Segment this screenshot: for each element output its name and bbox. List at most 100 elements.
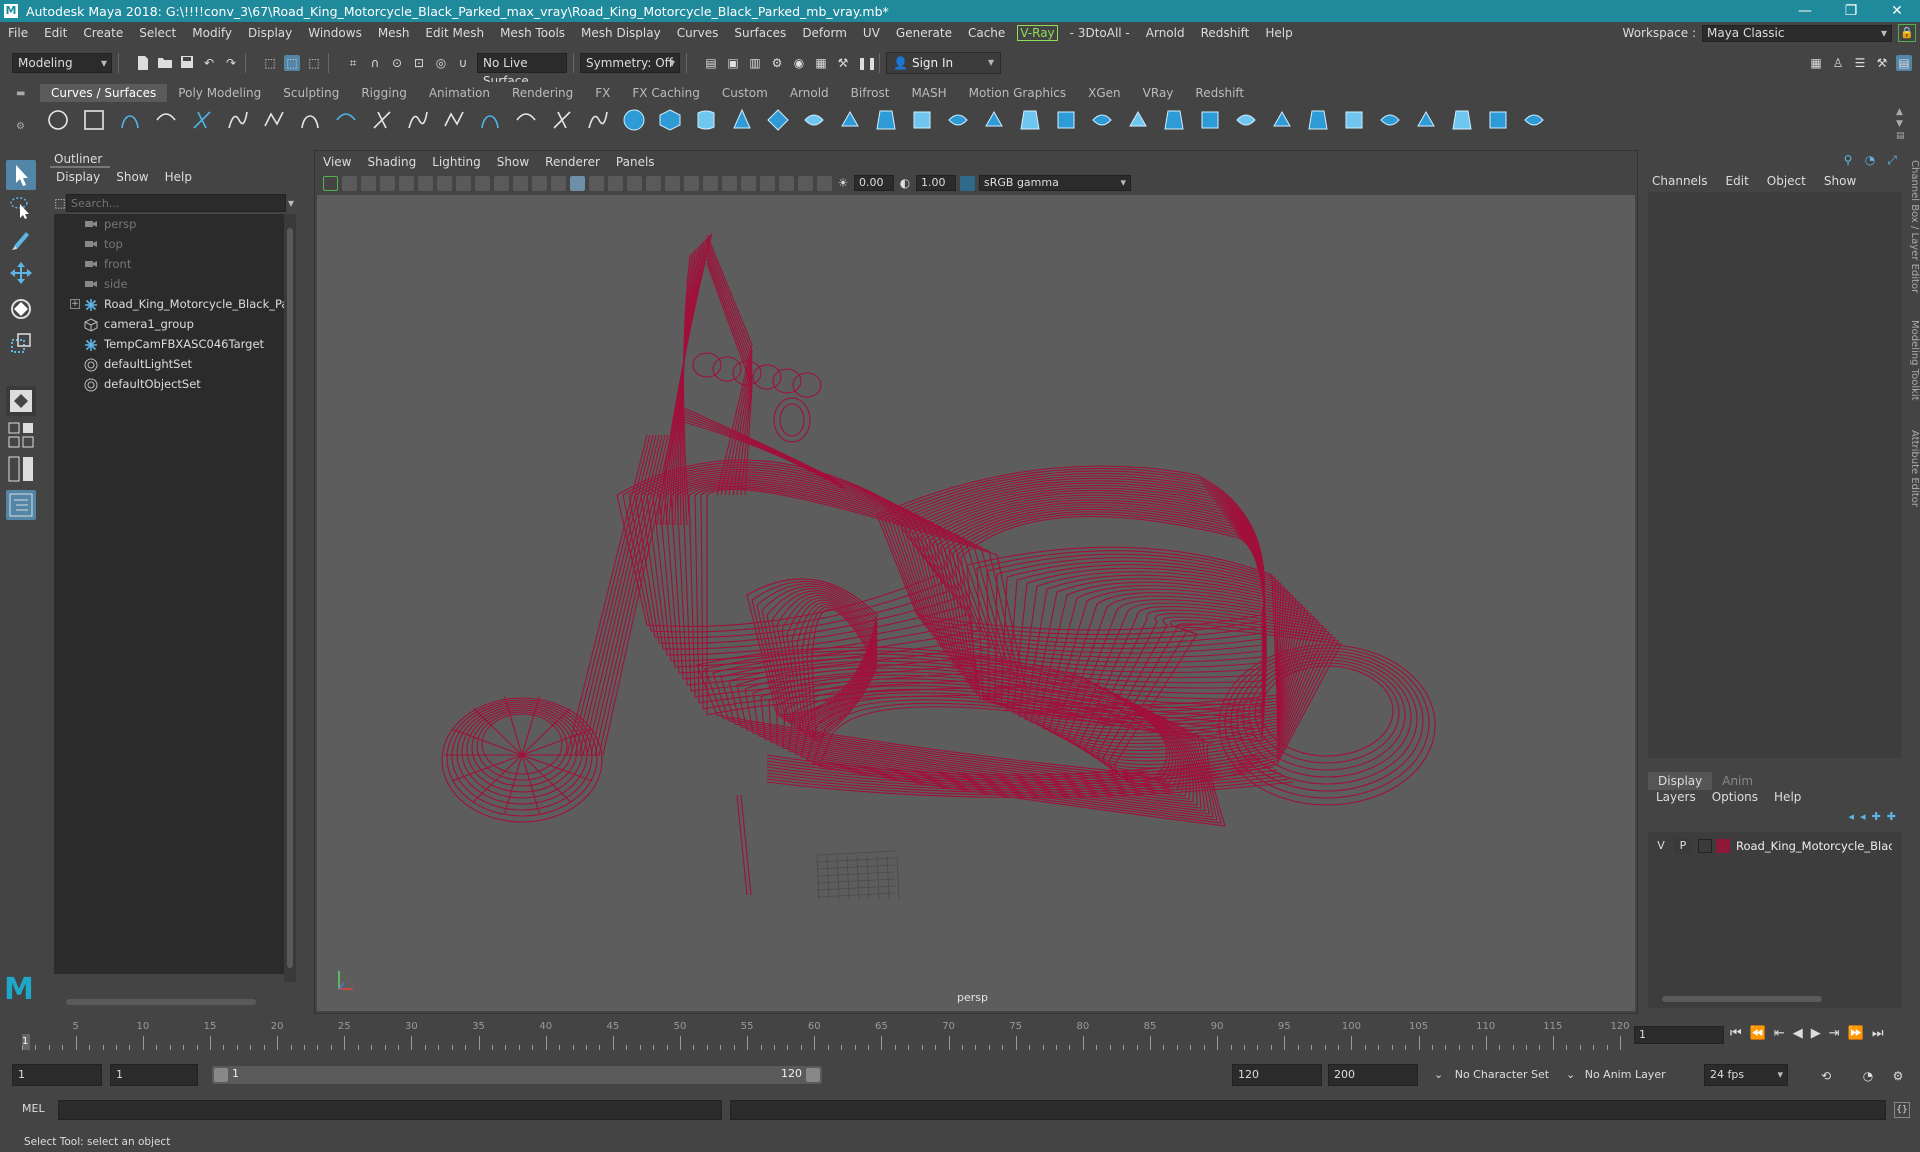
- pencil-curve-icon[interactable]: [190, 108, 214, 132]
- shelf-scroll-icon[interactable]: ▲ ▼ ▤: [1896, 106, 1910, 146]
- menu-file[interactable]: File: [0, 26, 36, 40]
- layer-visibility-toggle[interactable]: V: [1652, 838, 1670, 854]
- modeling-toolkit-side-tab[interactable]: Modeling Toolkit: [1906, 320, 1920, 401]
- boundary-icon[interactable]: [1018, 108, 1042, 132]
- playback-end-field[interactable]: 120: [1232, 1064, 1322, 1086]
- bevel-plus-icon[interactable]: [1090, 108, 1114, 132]
- range-end-handle[interactable]: [806, 1068, 820, 1082]
- menu-mesh-display[interactable]: Mesh Display: [573, 26, 669, 40]
- save-scene-icon[interactable]: [179, 55, 195, 71]
- grease-pencil-icon[interactable]: [418, 175, 433, 191]
- channel-object-menu[interactable]: Object: [1767, 174, 1806, 188]
- camera-attributes-icon[interactable]: [323, 175, 338, 191]
- untrim-icon[interactable]: [1270, 108, 1294, 132]
- menu-mesh-tools[interactable]: Mesh Tools: [492, 26, 573, 40]
- layer-options-menu[interactable]: Options: [1712, 790, 1758, 804]
- layer-display-type-toggle[interactable]: [1698, 839, 1712, 853]
- menu-generate[interactable]: Generate: [888, 26, 960, 40]
- outliner-menu-display[interactable]: Display: [56, 170, 100, 184]
- menu-redshift[interactable]: Redshift: [1193, 26, 1258, 40]
- paint-select-tool-icon[interactable]: [6, 224, 36, 254]
- hypershade-icon[interactable]: ◉: [791, 55, 807, 71]
- pause-icon[interactable]: ❚❚: [857, 55, 877, 71]
- auto-key-icon[interactable]: ◔: [1860, 1068, 1876, 1084]
- expand-icon[interactable]: +: [70, 299, 80, 309]
- channel-box-settings-icon[interactable]: ⤢: [1884, 152, 1900, 168]
- extrude-icon[interactable]: [946, 108, 970, 132]
- filter-icon[interactable]: ⬚: [54, 195, 66, 211]
- channel-box-area[interactable]: [1648, 192, 1902, 758]
- nurbs-plane-icon[interactable]: [766, 108, 790, 132]
- revolve-icon[interactable]: [838, 108, 862, 132]
- stitch-edges-icon[interactable]: [1486, 108, 1510, 132]
- sculpt-tool-icon[interactable]: [1414, 108, 1438, 132]
- menu-edit-mesh[interactable]: Edit Mesh: [417, 26, 492, 40]
- shelf-tab-rigging[interactable]: Rigging: [350, 86, 417, 100]
- layers-menu[interactable]: Layers: [1656, 790, 1696, 804]
- outliner-item-defaultlightset[interactable]: defaultLightSet: [54, 354, 290, 374]
- current-frame-field[interactable]: 1: [1634, 1026, 1724, 1044]
- anim-layer-dropdown[interactable]: ⌄ No Anim Layer: [1566, 1064, 1666, 1086]
- nurbs-square-icon[interactable]: [82, 108, 106, 132]
- minimize-button[interactable]: —: [1782, 0, 1828, 22]
- outliner-item-defaultobjectset[interactable]: defaultObjectSet: [54, 374, 290, 394]
- ep-curve-icon[interactable]: [154, 108, 178, 132]
- workspace-dropdown[interactable]: Maya Classic: [1702, 24, 1892, 42]
- select-tool-icon[interactable]: [6, 160, 36, 190]
- select-hierarchy-icon[interactable]: ⬚: [262, 55, 278, 71]
- character-set-dropdown[interactable]: ⌄ No Character Set: [1434, 1064, 1549, 1086]
- bezier-curve-icon[interactable]: [226, 108, 250, 132]
- camera-lock-icon[interactable]: [342, 175, 357, 191]
- nurbs-cylinder-icon[interactable]: [694, 108, 718, 132]
- outliner-item-tempcamfbxasc046target[interactable]: TempCamFBXASC046Target: [54, 334, 290, 354]
- viewport-menu-lighting[interactable]: Lighting: [432, 155, 481, 169]
- scale-tool-icon[interactable]: [6, 328, 36, 358]
- nurbs-sphere-icon[interactable]: [622, 108, 646, 132]
- viewport-menu-panels[interactable]: Panels: [616, 155, 655, 169]
- grid-icon[interactable]: [437, 175, 452, 191]
- menu-3dtoall[interactable]: - 3DtoAll -: [1062, 26, 1138, 40]
- rebuild-surface-icon[interactable]: [1450, 108, 1474, 132]
- cv-curve-icon[interactable]: [118, 108, 142, 132]
- new-scene-icon[interactable]: [135, 55, 151, 71]
- two-d-pan-icon[interactable]: [399, 175, 414, 191]
- shelf-tab-animation[interactable]: Animation: [418, 86, 501, 100]
- play-backward-icon[interactable]: ◀: [1793, 1026, 1803, 1041]
- trim-tool-icon[interactable]: [1234, 108, 1258, 132]
- go-to-start-icon[interactable]: ⏮: [1730, 1026, 1742, 1041]
- command-input[interactable]: [58, 1100, 722, 1120]
- depth-of-field-icon[interactable]: [741, 175, 756, 191]
- channels-menu[interactable]: Channels: [1652, 174, 1708, 188]
- animation-start-field[interactable]: 1: [12, 1064, 102, 1086]
- shelf-options-icon[interactable]: ▬ ⚙: [16, 88, 30, 142]
- gamma-field[interactable]: 1.00: [916, 175, 956, 191]
- channel-box-toggle-icon[interactable]: ▤: [1896, 55, 1912, 71]
- textured-icon[interactable]: [627, 175, 642, 191]
- current-time-marker[interactable]: 1: [22, 1034, 30, 1050]
- loft-icon[interactable]: [874, 108, 898, 132]
- shelf-tab-sculpting[interactable]: Sculpting: [272, 86, 350, 100]
- go-to-end-icon[interactable]: ⏭: [1872, 1026, 1884, 1041]
- maximize-button[interactable]: ❐: [1828, 0, 1874, 22]
- extend-curve-icon[interactable]: [586, 108, 610, 132]
- wireframe-icon[interactable]: [570, 175, 585, 191]
- move-layer-up-icon[interactable]: ◂: [1849, 810, 1855, 823]
- project-curve-icon[interactable]: [1198, 108, 1222, 132]
- outliner-menu-help[interactable]: Help: [165, 170, 192, 184]
- rotate-tool-icon[interactable]: [6, 294, 36, 324]
- outliner-vertical-scrollbar[interactable]: [284, 214, 296, 982]
- shelf-tab-custom[interactable]: Custom: [711, 86, 779, 100]
- animation-end-field[interactable]: 200: [1328, 1064, 1418, 1086]
- anti-aliasing-icon[interactable]: [722, 175, 737, 191]
- lock-icon[interactable]: 🔒: [1898, 24, 1916, 42]
- modeling-toolkit-toggle-icon[interactable]: ▦: [1808, 55, 1824, 71]
- outliner-item-road-king-motorcycle-black-parked[interactable]: + Road_King_Motorcycle_Black_Parked_: [54, 294, 290, 314]
- range-start-handle[interactable]: [214, 1068, 228, 1082]
- menu-cache[interactable]: Cache: [960, 26, 1013, 40]
- tool-settings-toggle-icon[interactable]: ⚒: [1874, 55, 1890, 71]
- render-settings-icon[interactable]: ⚙: [769, 55, 785, 71]
- move-layer-down-icon[interactable]: ◂: [1860, 810, 1866, 823]
- fillet-curve-icon[interactable]: [478, 108, 502, 132]
- film-gate-icon[interactable]: [456, 175, 471, 191]
- layer-color-swatch[interactable]: [1716, 839, 1730, 853]
